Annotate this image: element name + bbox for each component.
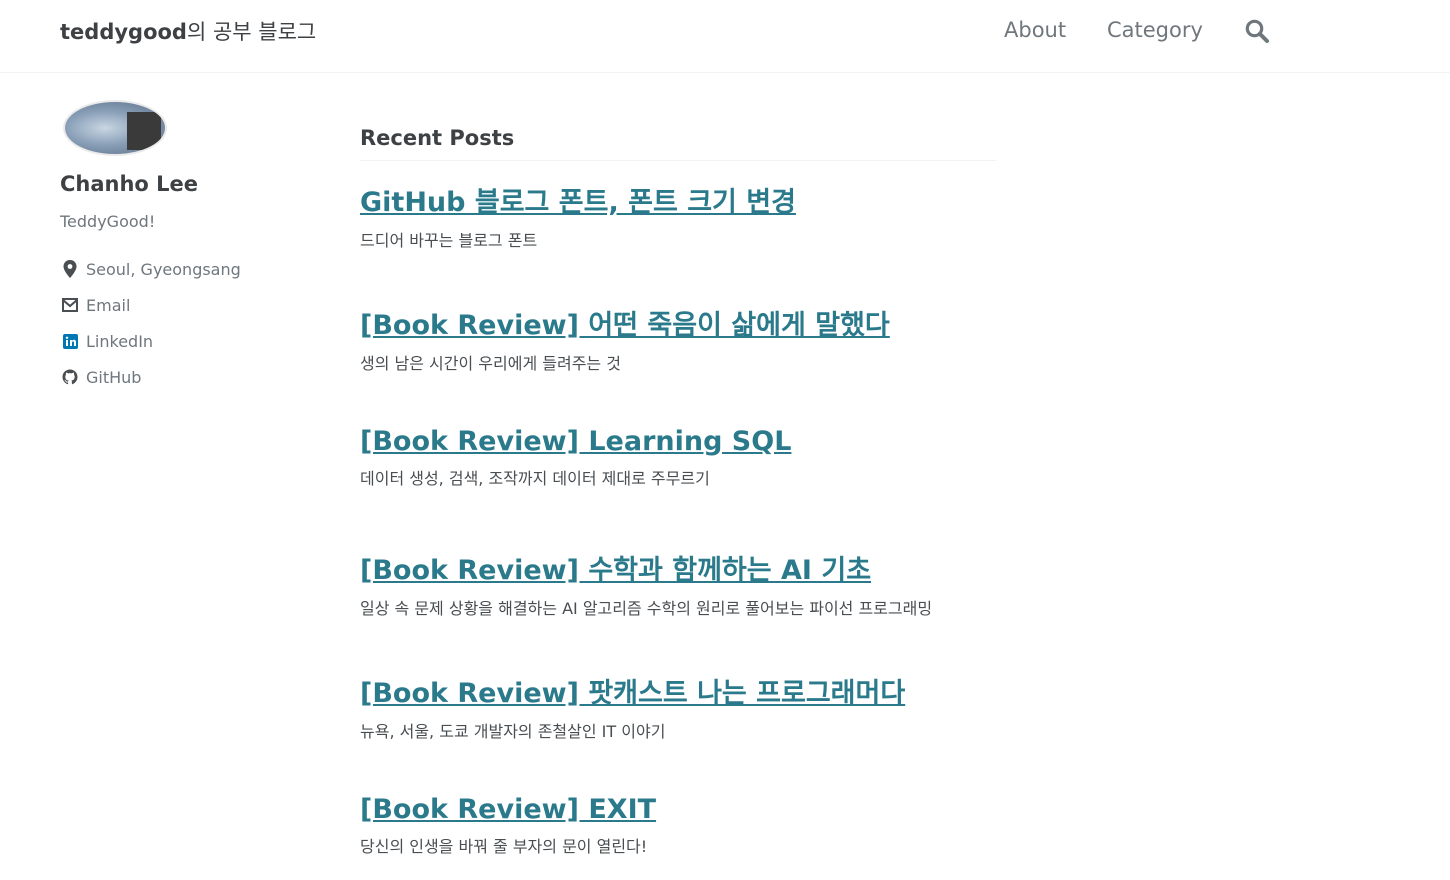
linkedin-icon [60, 332, 80, 350]
author-name: Chanho Lee [60, 172, 199, 196]
avatar [63, 100, 167, 156]
envelope-icon [60, 296, 80, 314]
main-content: Recent Posts GitHub 블로그 폰트, 폰트 크기 변경 드디어… [360, 126, 996, 856]
location-label: Seoul, Gyeongsang [86, 259, 241, 279]
post-title-link[interactable]: GitHub 블로그 폰트, 폰트 크기 변경 [360, 187, 796, 218]
github-icon [60, 368, 80, 386]
post-item: [Book Review] Learning SQL 데이터 생성, 검색, 조… [360, 426, 791, 489]
post-excerpt: 생의 남은 시간이 우리에게 들려주는 것 [360, 354, 621, 373]
linkedin-label[interactable]: LinkedIn [86, 332, 153, 351]
post-title-link[interactable]: [Book Review] Learning SQL [360, 426, 791, 457]
post-item: [Book Review] 수학과 함께하는 AI 기초 일상 속 문제 상황을… [360, 548, 932, 619]
site-title-rest: 의 공부 블로그 [186, 20, 317, 44]
post-title-link[interactable]: [Book Review] EXIT [360, 794, 656, 825]
site-title-bold: teddygood [60, 20, 187, 44]
masthead: teddygood의 공부 블로그 About Category [0, 0, 1450, 73]
post-excerpt: 당신의 인생을 바꿔 줄 부자의 문이 열린다! [360, 837, 648, 856]
author-email-link[interactable]: Email [60, 287, 320, 323]
author-links: Seoul, Gyeongsang Email LinkedIn GitHub [60, 251, 320, 395]
post-title-link[interactable]: [Book Review] 어떤 죽음이 삶에게 말했다 [360, 310, 890, 341]
post-item: GitHub 블로그 폰트, 폰트 크기 변경 드디어 바꾸는 블로그 폰트 [360, 180, 796, 251]
recent-posts-heading: Recent Posts [360, 126, 996, 161]
site-title-link[interactable]: teddygood의 공부 블로그 [60, 16, 316, 46]
post-item: [Book Review] 팟캐스트 나는 프로그래머다 뉴욕, 서울, 도쿄 … [360, 671, 905, 742]
nav-category-link[interactable]: Category [1107, 18, 1203, 42]
post-item: [Book Review] EXIT 당신의 인생을 바꿔 줄 부자의 문이 열… [360, 794, 656, 857]
author-location: Seoul, Gyeongsang [60, 251, 320, 287]
post-item: [Book Review] 어떤 죽음이 삶에게 말했다 생의 남은 시간이 우… [360, 303, 890, 374]
author-github-link[interactable]: GitHub [60, 359, 320, 395]
post-excerpt: 드디어 바꾸는 블로그 폰트 [360, 231, 538, 250]
location-pin-icon [60, 260, 80, 278]
author-bio: TeddyGood! [60, 212, 156, 231]
author-linkedin-link[interactable]: LinkedIn [60, 323, 320, 359]
post-title-link[interactable]: [Book Review] 수학과 함께하는 AI 기초 [360, 555, 871, 586]
nav-about-link[interactable]: About [1004, 18, 1066, 42]
post-excerpt: 데이터 생성, 검색, 조작까지 데이터 제대로 주무르기 [360, 469, 710, 488]
email-label[interactable]: Email [86, 296, 130, 315]
post-excerpt: 일상 속 문제 상황을 해결하는 AI 알고리즘 수학의 원리로 풀어보는 파이… [360, 599, 933, 618]
search-icon[interactable] [1244, 18, 1270, 44]
post-title-link[interactable]: [Book Review] 팟캐스트 나는 프로그래머다 [360, 678, 905, 709]
author-sidebar: Chanho Lee TeddyGood! Seoul, Gyeongsang … [60, 100, 320, 395]
post-excerpt: 뉴욕, 서울, 도쿄 개발자의 존철살인 IT 이야기 [360, 722, 666, 741]
github-label[interactable]: GitHub [86, 368, 141, 387]
